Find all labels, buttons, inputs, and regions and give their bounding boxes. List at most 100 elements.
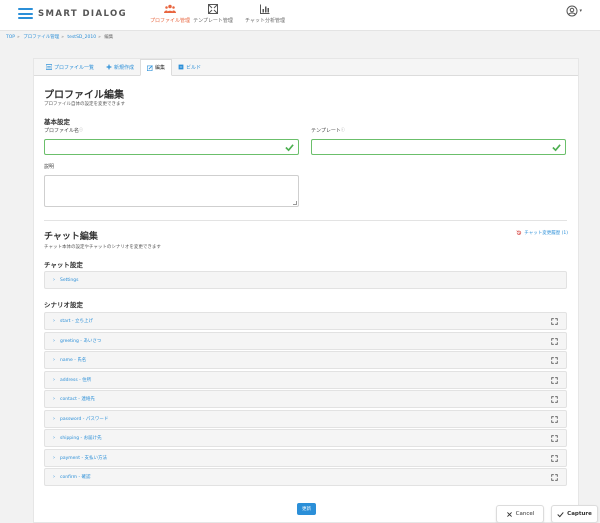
nav-label: チャット分析管理: [245, 18, 285, 24]
check-icon: [285, 144, 294, 152]
breadcrumb-profile[interactable]: プロファイル管理: [23, 35, 59, 40]
info-icon: ⓘ: [340, 127, 345, 132]
expand-icon[interactable]: [551, 435, 558, 442]
nav-label: プロファイル管理: [150, 18, 191, 24]
resize-handle-icon[interactable]: [293, 201, 297, 205]
breadcrumb-testsd[interactable]: testSD_2010: [67, 35, 96, 40]
expand-icon[interactable]: [551, 454, 558, 462]
scenario-item[interactable]: › greeting - あいさつ: [44, 331, 567, 350]
user-menu[interactable]: ▾: [566, 5, 582, 17]
scenario-item[interactable]: › payment - 支払い方法: [44, 448, 567, 467]
scenario-item[interactable]: › name - 氏名: [44, 351, 567, 369]
chat-edit-description: チャット本体の設定やチャットのシナリオを変更できます: [44, 245, 161, 250]
expand-icon[interactable]: [551, 396, 558, 403]
check-icon: [557, 511, 564, 517]
scenario-label: address - 住所: [60, 377, 92, 383]
build-icon: [178, 64, 184, 70]
basic-settings-heading: 基本設定: [44, 118, 70, 126]
scenario-item[interactable]: › contact - 連絡先: [44, 390, 567, 408]
chevron-down-icon: ▾: [579, 8, 582, 14]
edit-icon: [147, 64, 153, 71]
breadcrumb-current: 編集: [104, 35, 114, 40]
description-label: 説明: [44, 164, 55, 170]
breadcrumb-separator: »: [61, 35, 64, 40]
accordion-settings[interactable]: › Settings: [44, 271, 567, 289]
capture-button[interactable]: Capture: [551, 505, 598, 523]
expand-icon[interactable]: [551, 474, 558, 481]
breadcrumb-separator: »: [98, 35, 101, 40]
users-icon: [164, 4, 176, 13]
list-icon: [46, 64, 52, 70]
update-button[interactable]: 更新: [297, 503, 316, 515]
scenario-label: name - 氏名: [60, 358, 87, 363]
chevron-right-icon: ›: [53, 357, 55, 363]
info-icon: ⓘ: [79, 127, 84, 132]
chevron-right-icon: ›: [53, 415, 55, 422]
scenario-item[interactable]: › confirm - 確認: [44, 468, 567, 486]
scenario-label: greeting - あいさつ: [60, 338, 102, 344]
tab-edit[interactable]: 編集: [140, 59, 173, 76]
expand-icon[interactable]: [551, 357, 558, 364]
scenario-item[interactable]: › password - パスワード: [44, 409, 567, 428]
history-icon: [516, 230, 522, 235]
scenario-label: contact - 連絡先: [60, 397, 95, 402]
scenario-settings-heading: シナリオ設定: [44, 301, 83, 309]
breadcrumb: TOP» プロファイル管理» testSD_2010» 編集: [6, 34, 115, 40]
profile-name-input[interactable]: [44, 139, 299, 155]
logo-mark-icon: [18, 8, 33, 19]
chat-history-link[interactable]: チャット変更履歴 (1): [516, 230, 568, 236]
capture-button-label: Capture: [567, 511, 592, 517]
expand-icon[interactable]: [551, 318, 558, 325]
top-bar: SMART DIALOG プロファイル管理 テンプレート管理 チャット分析管理: [0, 0, 600, 31]
chevron-right-icon: ›: [53, 376, 55, 383]
tab-profile-list[interactable]: プロファイル一覧: [40, 59, 100, 75]
breadcrumb-separator: »: [17, 35, 20, 40]
tab-new[interactable]: 新規作成: [100, 59, 140, 75]
expand-icon[interactable]: [551, 415, 558, 423]
cancel-button[interactable]: Cancel: [496, 505, 544, 523]
tab-label: プロファイル一覧: [54, 64, 95, 71]
template-select[interactable]: [311, 139, 566, 155]
tab-label: 新規作成: [114, 64, 135, 71]
scenario-item[interactable]: › shipping - お届け先: [44, 429, 567, 447]
breadcrumb-top[interactable]: TOP: [6, 35, 15, 40]
tab-label: ビルド: [186, 64, 202, 71]
nav-template-management[interactable]: テンプレート管理: [193, 3, 233, 24]
accordion-label: Settings: [60, 277, 79, 283]
user-circle-icon: [566, 5, 578, 17]
chevron-right-icon: ›: [53, 435, 55, 441]
scenario-item[interactable]: › start - 立ち上げ: [44, 312, 567, 330]
close-icon: [506, 511, 512, 517]
chevron-right-icon: ›: [53, 474, 55, 480]
nav-label: テンプレート管理: [193, 18, 233, 24]
scenario-label: password - パスワード: [60, 416, 109, 422]
profile-name-label-text: プロファイル名: [44, 128, 80, 134]
scenario-label: confirm - 確認: [60, 475, 91, 480]
scenario-item[interactable]: › address - 住所: [44, 370, 567, 389]
scenario-label: start - 立ち上げ: [60, 319, 93, 324]
tab-build[interactable]: ビルド: [172, 59, 207, 75]
chat-settings-heading: チャット設定: [44, 261, 83, 269]
logo[interactable]: SMART DIALOG: [18, 8, 127, 19]
chart-icon: [260, 4, 270, 14]
logo-text: SMART DIALOG: [38, 8, 127, 19]
expand-icon[interactable]: [551, 376, 558, 384]
description-textarea[interactable]: [44, 175, 299, 207]
chevron-right-icon: ›: [53, 337, 55, 344]
chat-edit-title: チャット編集: [44, 232, 98, 242]
expand-icon[interactable]: [551, 337, 558, 345]
template-label: テンプレートⓘ: [311, 127, 345, 134]
tab-bar: プロファイル一覧 新規作成 編集 ビルド: [34, 59, 578, 76]
profile-edit-title: プロファイル編集: [44, 90, 124, 101]
scenario-label: payment - 支払い方法: [60, 455, 108, 461]
chevron-right-icon: ›: [53, 396, 55, 402]
scenario-label: shipping - お届け先: [60, 436, 102, 441]
section-divider: [44, 220, 567, 221]
profile-name-label: プロファイル名ⓘ: [44, 127, 83, 134]
nav-chat-analysis[interactable]: チャット分析管理: [243, 3, 287, 24]
check-icon: [552, 144, 561, 152]
nav-profile-management[interactable]: プロファイル管理: [150, 3, 190, 24]
tab-label: 編集: [155, 65, 166, 71]
chevron-right-icon: ›: [53, 318, 55, 324]
template-icon: [208, 4, 218, 14]
